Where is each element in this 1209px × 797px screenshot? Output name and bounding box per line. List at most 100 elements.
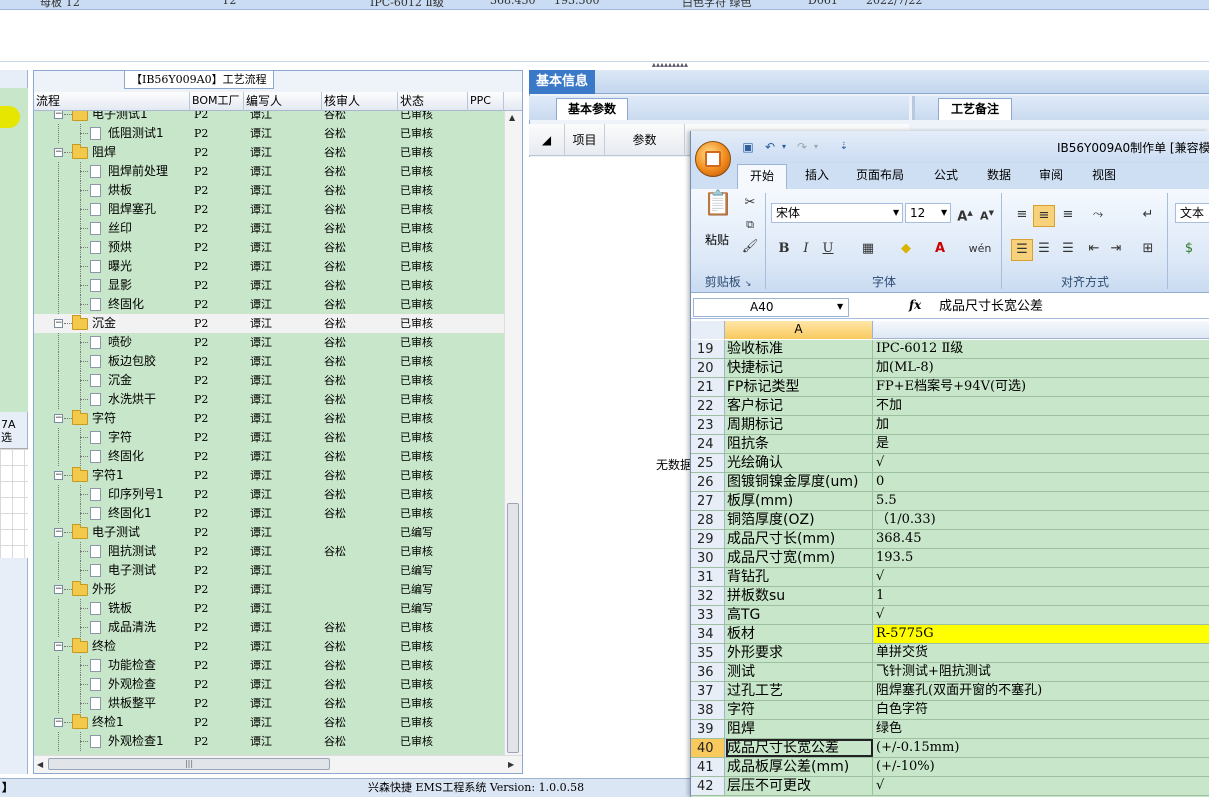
cell-label[interactable]: 外形要求 [726,644,873,662]
font-name-dropdown-icon[interactable]: ▼ [893,208,899,217]
ribbon-tab-review[interactable]: 审阅 [1039,163,1063,189]
row-number[interactable]: 41 [691,758,725,776]
redo-dropdown-icon[interactable]: ▾ [809,140,823,154]
ribbon-tab-formulas[interactable]: 公式 [934,163,958,189]
collapse-toggle-icon[interactable]: − [54,585,63,594]
tree-row[interactable]: 显影 P2 谭江 谷松 已审核 [34,276,504,295]
formula-input[interactable]: 成品尺寸长宽公差 [939,297,1043,317]
cell-value[interactable]: √ [874,606,1209,624]
row-number[interactable]: 31 [691,568,725,586]
tree-row[interactable]: − 电子测试1 P2 谭江 谷松 已审核 [34,111,504,124]
tree-row[interactable]: 外观检查 P2 谭江 谷松 已审核 [34,675,504,694]
cell-label[interactable]: 成品尺寸长宽公差 [726,739,873,757]
cell-label[interactable]: 图镀铜镍金厚度(um) [726,473,873,491]
row-number[interactable]: 24 [691,435,725,453]
column-header-process[interactable]: 流程 [34,92,190,111]
ribbon-tab-insert[interactable]: 插入 [805,163,829,189]
align-right-icon[interactable]: ☰ [1057,239,1079,259]
tree-row[interactable]: 字符 P2 谭江 谷松 已审核 [34,428,504,447]
bold-icon[interactable]: B [775,239,793,259]
increase-indent-icon[interactable]: ⇥ [1105,239,1127,259]
row-number[interactable]: 19 [691,340,725,358]
tree-row[interactable]: − 字符 P2 谭江 谷松 已审核 [34,409,504,428]
number-format-select[interactable]: 文本 [1175,203,1209,223]
cell-label[interactable]: 周期标记 [726,416,873,434]
grow-font-icon[interactable]: A▲ [955,203,975,227]
save-icon[interactable]: ▣ [741,140,755,154]
shrink-font-icon[interactable]: A▼ [977,203,997,227]
tree-row[interactable]: − 电子测试 P2 谭江 已编写 [34,523,504,542]
ribbon-tab-home[interactable]: 开始 [737,164,787,189]
tree-row[interactable]: 板边包胶 P2 谭江 谷松 已审核 [34,352,504,371]
row-number[interactable]: 37 [691,682,725,700]
decrease-indent-icon[interactable]: ⇤ [1083,239,1105,259]
cell-label[interactable]: 验收标准 [726,340,873,358]
collapse-toggle-icon[interactable]: − [54,471,63,480]
font-color-icon[interactable]: A [929,239,951,259]
collapse-toggle-icon[interactable]: − [54,111,63,119]
cell-label[interactable]: 字符 [726,701,873,719]
row-number[interactable]: 22 [691,397,725,415]
tree-row[interactable]: 功能检查 P2 谭江 谷松 已审核 [34,656,504,675]
font-size-dropdown-icon[interactable]: ▼ [941,208,947,217]
cell-value[interactable]: 368.45 [874,530,1209,548]
cell-label[interactable]: 阻抗条 [726,435,873,453]
tree-row[interactable]: 成品清洗 P2 谭江 谷松 已审核 [34,618,504,637]
cell-label[interactable]: 快捷标记 [726,359,873,377]
cell-value[interactable]: 阻焊塞孔(双面开窗的不塞孔) [874,682,1209,700]
wrap-text-icon[interactable]: ↵ [1137,205,1159,225]
tree-row[interactable]: 低阻测试1 P2 谭江 谷松 已审核 [34,124,504,143]
align-bottom-icon[interactable]: ≡ [1057,205,1079,225]
tab-process-notes[interactable]: 工艺备注 [938,98,1012,120]
column-header-ppc[interactable]: PPC [468,92,504,111]
tree-row[interactable]: 阻焊前处理 P2 谭江 谷松 已审核 [34,162,504,181]
format-painter-icon[interactable]: 🖌 [741,237,759,257]
row-number[interactable]: 34 [691,625,725,643]
cell-label[interactable]: 成品尺寸宽(mm) [726,549,873,567]
cell-label[interactable]: 阻焊 [726,720,873,738]
row-number[interactable]: 36 [691,663,725,681]
cell-value[interactable]: 白色字符 [874,701,1209,719]
scroll-right-arrow-icon[interactable]: ▶ [508,760,514,769]
collapse-toggle-icon[interactable]: − [54,528,63,537]
column-header-status[interactable]: 状态 [398,92,468,111]
customize-toolbar-icon[interactable]: ⇣ [837,140,851,154]
column-header-a[interactable]: A [725,321,873,339]
align-top-icon[interactable]: ≡ [1011,205,1033,225]
cell-value[interactable]: 193.5 [874,549,1209,567]
tree-row[interactable]: 曝光 P2 谭江 谷松 已审核 [34,257,504,276]
process-horizontal-scroll-thumb[interactable]: ||| [48,758,330,770]
row-number[interactable]: 30 [691,549,725,567]
cell-value[interactable]: R-5775G [874,625,1209,643]
tree-row[interactable]: 铣板 P2 谭江 已编写 [34,599,504,618]
row-number[interactable]: 42 [691,777,725,795]
row-number[interactable]: 23 [691,416,725,434]
cell-value[interactable]: （1/0.33) [874,511,1209,529]
cell-value[interactable]: 是 [874,435,1209,453]
cell-value[interactable]: (+/-10%) [874,758,1209,776]
align-center-icon[interactable]: ☰ [1033,239,1055,259]
undo-icon[interactable]: ↶ [763,140,777,154]
tree-row[interactable]: 终固化 P2 谭江 谷松 已审核 [34,447,504,466]
cell-value[interactable]: 加(ML-8) [874,359,1209,377]
row-number[interactable]: 33 [691,606,725,624]
ribbon-tab-page-layout[interactable]: 页面布局 [856,163,904,189]
align-left-icon[interactable]: ☰ [1011,239,1033,261]
cell-value[interactable]: IPC-6012 Ⅱ级 [874,340,1209,358]
paste-icon[interactable]: 📋 [703,191,733,225]
collapse-toggle-icon[interactable]: − [54,414,63,423]
cell-value[interactable]: 0 [874,473,1209,491]
tree-row[interactable]: − 终检1 P2 谭江 谷松 已审核 [34,713,504,732]
cell-label[interactable]: 过孔工艺 [726,682,873,700]
cell-value[interactable]: √ [874,454,1209,472]
name-box-dropdown-icon[interactable]: ▼ [837,302,843,311]
ribbon-tab-data[interactable]: 数据 [987,163,1011,189]
row-number[interactable]: 21 [691,378,725,396]
tree-row[interactable]: 阻焊塞孔 P2 谭江 谷松 已审核 [34,200,504,219]
tree-row[interactable]: 喷砂 P2 谭江 谷松 已审核 [34,333,504,352]
row-number[interactable]: 20 [691,359,725,377]
cell-label[interactable]: 光绘确认 [726,454,873,472]
insert-function-icon[interactable]: fx [909,298,921,312]
cell-label[interactable]: 板材 [726,625,873,643]
tree-row[interactable]: 烘板整平 P2 谭江 谷松 已审核 [34,694,504,713]
